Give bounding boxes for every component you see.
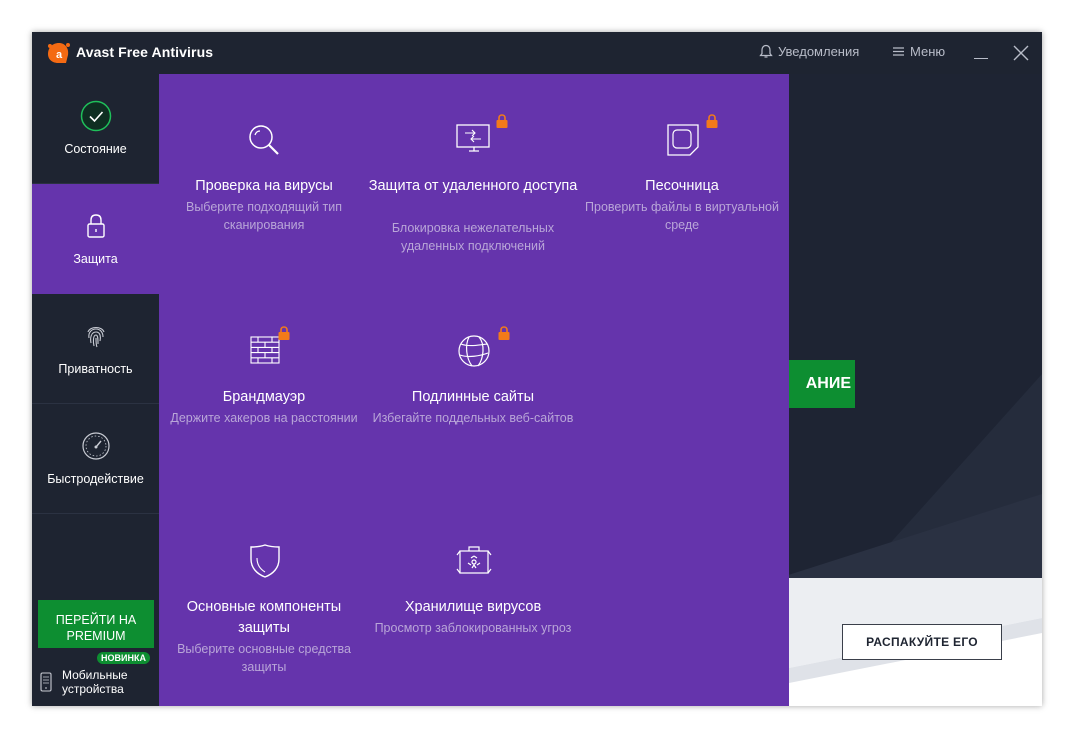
notifications-label: Уведомления: [778, 44, 860, 59]
tile-description: Выберите подходящий тип сканирования: [185, 200, 343, 232]
run-smart-scan-button[interactable]: АНИЕ: [783, 360, 855, 408]
speedometer-icon: [82, 432, 110, 460]
tile-description: Просмотр заблокированных угроз: [374, 621, 572, 635]
svg-text:a: a: [56, 49, 63, 61]
tile-description: Держите хакеров на расстоянии: [170, 411, 358, 425]
bell-icon: [759, 44, 773, 58]
menu-label: Меню: [910, 44, 946, 59]
sandbox-icon: [667, 124, 699, 156]
tile-description: Проверить файлы в виртуальной среде: [585, 200, 779, 232]
sidebar-item-protection[interactable]: Защита: [32, 184, 159, 294]
tile-title: Песочница: [645, 178, 719, 194]
shield-icon: [250, 544, 280, 578]
remote-monitor-icon: [456, 124, 490, 152]
sidebar-item-label: Быстродействие: [47, 472, 144, 486]
globe-icon: [458, 335, 490, 367]
virus-chest-icon: [456, 546, 492, 574]
avast-logo-icon: a: [48, 43, 70, 63]
minimize-button[interactable]: [974, 58, 988, 59]
hamburger-icon: [893, 47, 904, 56]
lock-badge-icon: [498, 326, 510, 340]
protection-panel: Проверка на вирусы Выберите подходящий т…: [159, 74, 789, 706]
check-circle-icon: [80, 100, 112, 132]
lock-icon: [87, 214, 105, 238]
close-icon[interactable]: [1012, 44, 1030, 62]
app-title: Avast Free Antivirus: [76, 44, 214, 60]
sidebar-item-status[interactable]: Состояние: [32, 74, 159, 184]
scan-button-label: АНИЕ: [805, 375, 851, 392]
go-premium-button[interactable]: ПЕРЕЙТИ НА PREMIUM: [38, 600, 154, 648]
new-badge: НОВИНКА: [97, 652, 150, 664]
menu-button[interactable]: Меню: [892, 44, 945, 59]
tile-title: Брандмауэр: [222, 389, 306, 405]
sidebar-item-label: Защита: [73, 252, 118, 266]
sidebar-item-label: Состояние: [64, 142, 127, 156]
phone-icon: [40, 672, 52, 692]
unpack-it-button[interactable]: РАСПАКУЙТЕ ЕГО: [842, 624, 1002, 660]
tile-description: Выберите основные средства защиты: [177, 642, 351, 674]
tile-description: Избегайте поддельных веб-сайтов: [372, 411, 574, 425]
sidebar-item-label: Приватность: [58, 362, 133, 376]
mobile-devices-label: Мобильные устройства: [62, 668, 128, 696]
tile-title: Проверка на вирусы: [195, 178, 333, 194]
sidebar-item-privacy[interactable]: Приватность: [32, 294, 159, 404]
mobile-devices-link[interactable]: Мобильные устройства: [40, 666, 155, 700]
app-window: a Avast Free Antivirus Уведомления Меню: [32, 32, 1042, 706]
magnifier-icon: [249, 125, 279, 155]
lock-badge-icon: [496, 114, 508, 128]
tile-title: Хранилище вирусов: [404, 599, 542, 615]
lock-badge-icon: [278, 326, 290, 340]
notifications-button[interactable]: Уведомления: [759, 44, 859, 59]
sidebar: Состояние Защита Приватность Быстродейст…: [32, 74, 159, 706]
lock-badge-icon: [706, 114, 718, 128]
sidebar-item-performance[interactable]: Быстродействие: [32, 404, 159, 514]
tile-title: Защита от удаленного доступа: [368, 178, 578, 194]
tile-description: Блокировка нежелательных удаленных подкл…: [391, 221, 555, 253]
title-bar: a Avast Free Antivirus Уведомления Меню: [32, 32, 1042, 74]
tile-title: Подлинные сайты: [411, 389, 535, 405]
tile-title: Основные компоненты защиты: [186, 599, 342, 636]
fingerprint-icon: [87, 326, 105, 348]
